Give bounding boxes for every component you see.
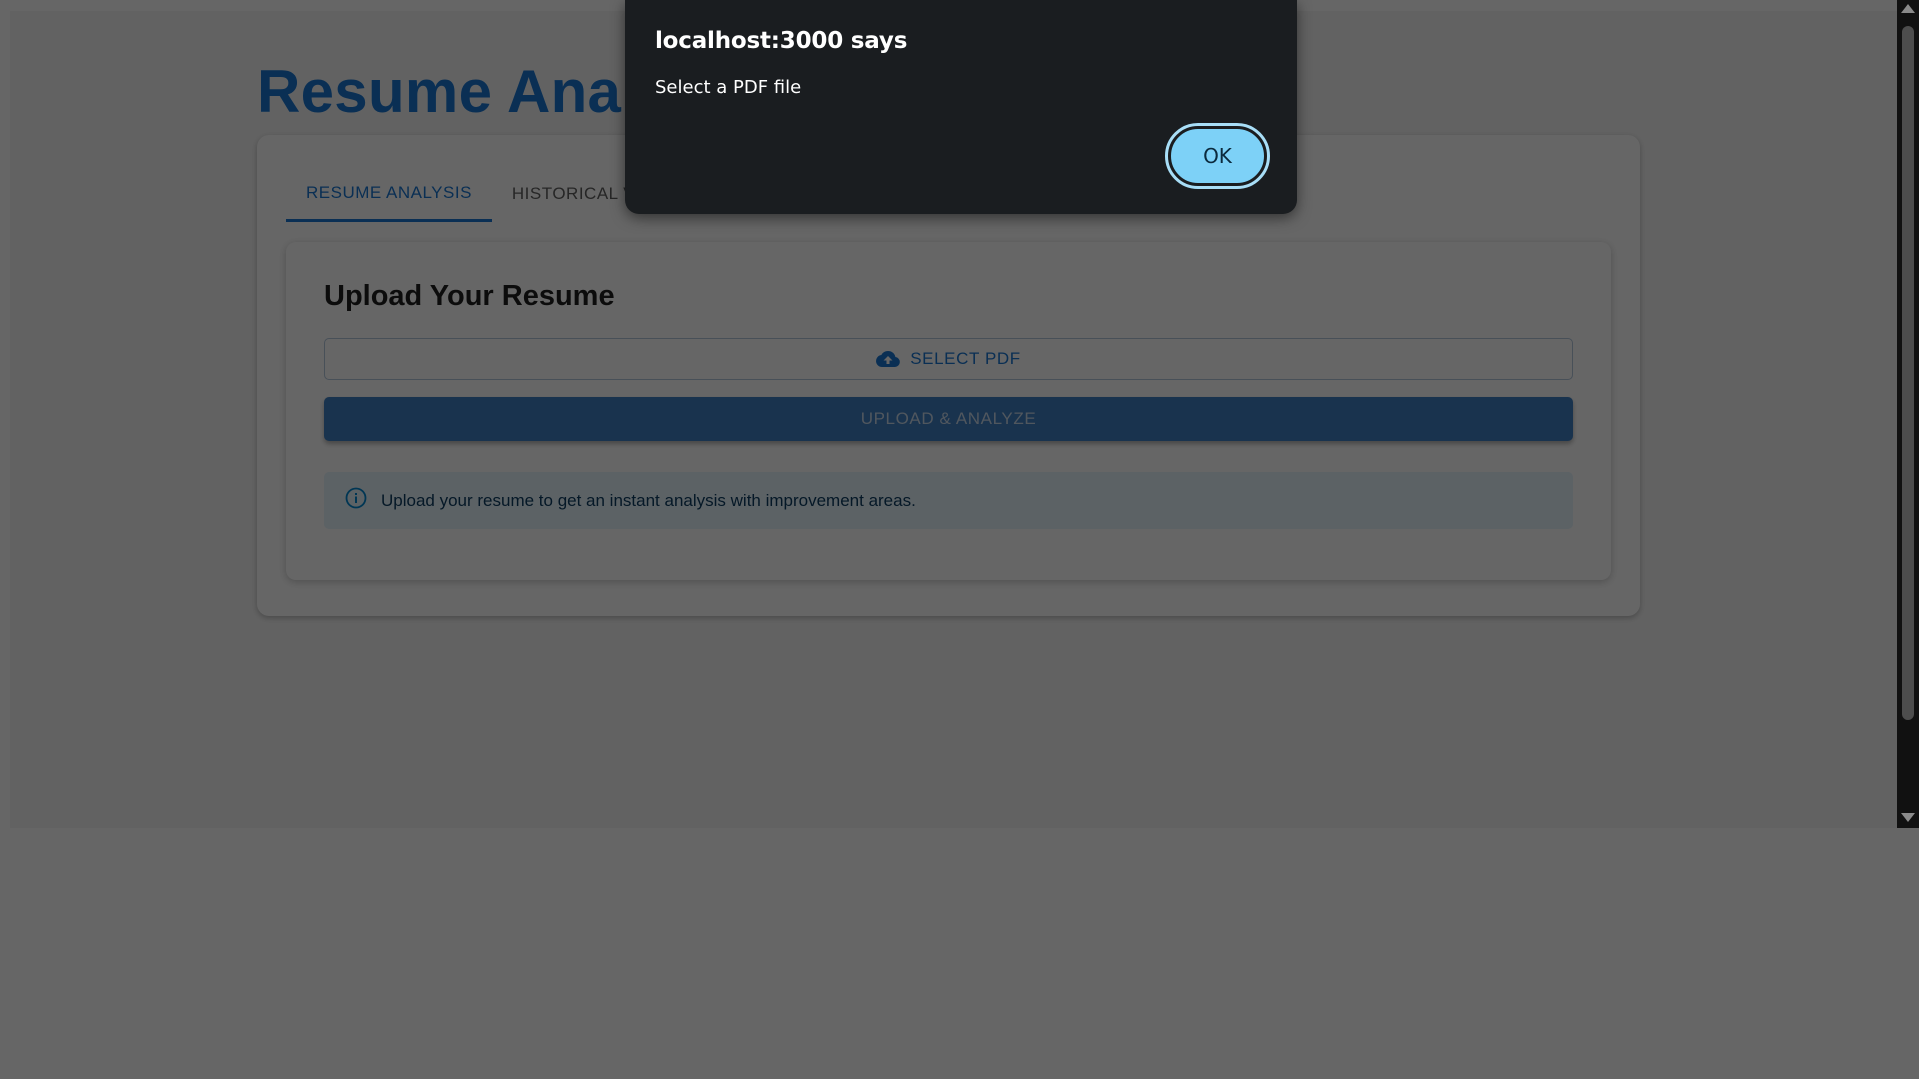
select-pdf-button[interactable]: SELECT PDF bbox=[324, 338, 1573, 380]
scroll-down-arrow-icon[interactable] bbox=[1901, 813, 1915, 822]
vertical-scrollbar[interactable] bbox=[1897, 0, 1919, 828]
select-pdf-label: SELECT PDF bbox=[910, 349, 1021, 368]
scrollbar-thumb[interactable] bbox=[1902, 26, 1914, 720]
cloud-upload-icon bbox=[876, 349, 901, 369]
alert-origin: localhost:3000 says bbox=[655, 28, 908, 54]
scroll-up-arrow-icon[interactable] bbox=[1901, 4, 1915, 13]
alert-message: Select a PDF file bbox=[655, 77, 802, 98]
upload-card: Upload Your Resume SELECT PDF UPLOAD & A… bbox=[286, 242, 1611, 580]
tab-resume-analysis[interactable]: RESUME ANALYSIS bbox=[286, 166, 492, 222]
browser-alert-dialog: localhost:3000 says Select a PDF file OK bbox=[625, 0, 1297, 214]
info-alert-text: Upload your resume to get an instant ana… bbox=[381, 490, 916, 510]
upload-analyze-button[interactable]: UPLOAD & ANALYZE bbox=[324, 397, 1573, 441]
ok-button[interactable]: OK bbox=[1165, 123, 1270, 189]
upload-heading: Upload Your Resume bbox=[324, 280, 615, 312]
info-alert: Upload your resume to get an instant ana… bbox=[324, 472, 1573, 529]
info-icon bbox=[345, 487, 367, 514]
